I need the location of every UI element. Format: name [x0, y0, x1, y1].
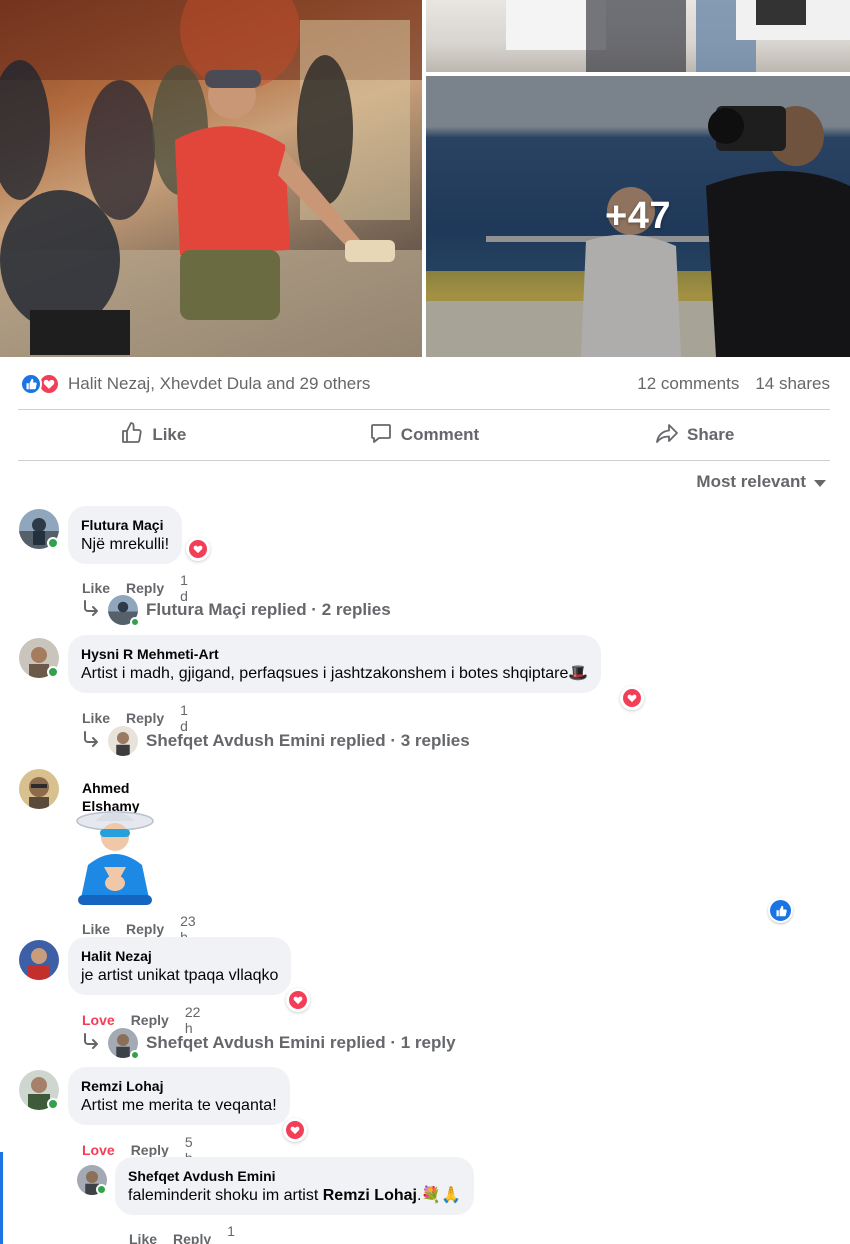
divider-bottom [18, 460, 830, 461]
comment-author[interactable]: Flutura Maçi [81, 516, 169, 534]
online-status-dot [130, 617, 140, 627]
post-photo-boat-top[interactable] [426, 0, 850, 72]
avatar[interactable] [19, 769, 59, 809]
comment-reply-button[interactable]: Reply [126, 580, 164, 596]
comment-bubble: Flutura Maçi Një mrekulli! [68, 506, 183, 564]
comment-author[interactable]: Hysni R Mehmeti-Art [81, 645, 588, 663]
sticker-clapping-old-man-icon [76, 811, 154, 905]
heart-icon [623, 689, 641, 707]
replies-summary: Shefqet Avdush Emini replied · 1 reply [146, 1033, 456, 1052]
reply-arrow-icon [82, 599, 100, 622]
post-photo-interview-more[interactable]: +47 [426, 76, 850, 357]
comment-button-label: Comment [400, 425, 480, 444]
comment-bubble: Halit Nezaj je artist unikat tpaqa vllaq… [68, 937, 292, 995]
reply-text: faleminderit shoku im artist [128, 1187, 323, 1204]
share-button-label: Share [687, 425, 735, 444]
comment-sticker[interactable] [70, 807, 160, 912]
comment-reaction-badge[interactable] [283, 1118, 307, 1142]
reply-arrow-icon [82, 730, 100, 753]
post-photo-painter[interactable] [0, 0, 422, 357]
replies-summary: Flutura Maçi replied · 2 replies [146, 600, 391, 619]
more-photos-count: +47 [605, 195, 671, 237]
comment-love-button[interactable]: Love [82, 1012, 115, 1028]
comment-bubble: Hysni R Mehmeti-Art Artist i madh, gjiga… [68, 635, 602, 693]
comment-reply-button[interactable]: Reply [126, 710, 164, 726]
online-status-dot [96, 1184, 107, 1195]
like-reaction-icon [20, 373, 42, 395]
share-button[interactable]: Share [559, 412, 830, 458]
comment-bubble: Shefqet Avdush Emini faleminderit shoku … [115, 1157, 475, 1215]
thumbs-up-icon [120, 421, 144, 450]
share-arrow-icon [655, 421, 679, 450]
comments-count[interactable]: 12 comments [637, 374, 739, 394]
comment-text: Artist i madh, gjigand, perfaqsues i jas… [81, 665, 589, 682]
mention-link[interactable]: Remzi Lohaj [323, 1187, 417, 1204]
comment-like-button[interactable]: Like [129, 1231, 157, 1244]
comment-author[interactable]: Halit Nezaj [81, 947, 278, 965]
caret-down-icon [814, 480, 826, 487]
view-replies-link[interactable]: Flutura Maçi replied · 2 replies [82, 595, 391, 627]
comment-reply-button[interactable]: Reply [131, 1142, 169, 1158]
comment-reaction-badge[interactable] [186, 537, 210, 561]
post-photo-grid: +47 [0, 0, 850, 357]
like-reaction-badge[interactable] [768, 898, 793, 923]
heart-icon [286, 1121, 304, 1139]
reactors-text[interactable]: Halit Nezaj, Xhevdet Dula and 29 others [68, 374, 370, 394]
like-button-label: Like [152, 425, 187, 444]
avatar [108, 1028, 140, 1060]
comment-text: Një mrekulli! [81, 536, 170, 553]
avatar[interactable] [19, 940, 59, 980]
comment-like-button[interactable]: Like [82, 580, 110, 596]
shares-count[interactable]: 14 shares [755, 374, 830, 394]
engagement-counts: 12 comments 14 shares [637, 374, 830, 394]
comment-like-button[interactable]: Like [82, 710, 110, 726]
comment-timestamp[interactable]: 1 m [227, 1223, 239, 1244]
online-status-dot [47, 1098, 59, 1110]
reply-thread-line [0, 1152, 3, 1244]
avatar [108, 726, 138, 756]
online-status-dot [47, 537, 59, 549]
heart-icon [289, 991, 307, 1009]
comment-reply-button[interactable]: Reply [126, 921, 164, 937]
comment-text: Artist me merita te veqanta! [81, 1097, 277, 1114]
heart-icon [189, 540, 207, 558]
online-status-dot [47, 666, 59, 678]
comment-reaction-badge[interactable] [286, 988, 310, 1012]
comment-reply-button[interactable]: Reply [131, 1012, 169, 1028]
comment-like-button[interactable]: Like [82, 921, 110, 937]
more-photos-overlay[interactable]: +47 [426, 76, 850, 357]
speech-bubble-icon [369, 421, 393, 450]
avatar [108, 595, 140, 627]
view-replies-link[interactable]: Shefqet Avdush Emini replied · 1 reply [82, 1028, 456, 1060]
comment-bubble: Remzi Lohaj Artist me merita te veqanta! [68, 1067, 290, 1125]
comment-actions: Like Reply 1 m [129, 1223, 239, 1244]
comment-text: je artist unikat tpaqa vllaqko [81, 967, 279, 984]
like-button[interactable]: Like [18, 412, 289, 458]
comment-reply-button[interactable]: Reply [173, 1231, 211, 1244]
reaction-icons[interactable] [20, 373, 60, 395]
thumbs-up-icon [776, 905, 787, 916]
online-status-dot [130, 1050, 140, 1060]
post-actions: Like Comment Share [18, 412, 830, 458]
comment-reaction-badge[interactable] [620, 686, 644, 710]
comment-author[interactable]: Remzi Lohaj [81, 1077, 277, 1095]
comment-author[interactable]: Shefqet Avdush Emini [128, 1167, 461, 1185]
reply-text-end: .💐🙏 [416, 1187, 462, 1204]
comment-button[interactable]: Comment [289, 412, 560, 458]
view-replies-link[interactable]: Shefqet Avdush Emini replied · 3 replies [82, 726, 470, 756]
replies-summary: Shefqet Avdush Emini replied · 3 replies [146, 731, 470, 750]
divider-top [18, 409, 830, 410]
reply-arrow-icon [82, 1032, 100, 1055]
comment-love-button[interactable]: Love [82, 1142, 115, 1158]
reactions-summary: Halit Nezaj, Xhevdet Dula and 29 others … [20, 370, 830, 398]
sort-label: Most relevant [696, 472, 806, 491]
comment-text: faleminderit shoku im artist Remzi Lohaj… [128, 1185, 461, 1206]
comment-sort-dropdown[interactable]: Most relevant [696, 472, 826, 492]
